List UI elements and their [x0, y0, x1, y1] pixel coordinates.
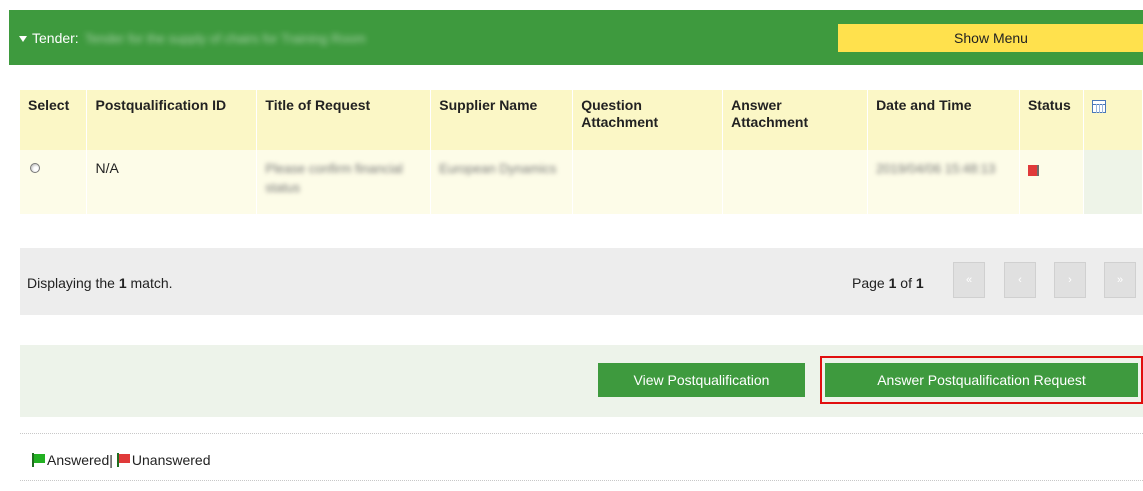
title-cell: Please confirm financial status	[256, 150, 432, 214]
postqualification-id-cell: N/A	[86, 150, 258, 214]
postqualification-table: Select Postqualification ID Title of Req…	[20, 90, 1143, 214]
row-select-cell[interactable]	[20, 150, 88, 214]
chevron-down-icon	[19, 36, 27, 42]
date-time-value: 2019/04/06 15:48:13	[876, 161, 996, 176]
tender-toggle[interactable]: Tender: Tender for the supply of chairs …	[19, 30, 366, 46]
status-cell	[1019, 150, 1084, 214]
columns-icon[interactable]	[1091, 100, 1106, 113]
first-page-button[interactable]: «	[953, 262, 985, 298]
column-header-answer-attachment[interactable]: Answer Attachment	[722, 90, 869, 150]
row-extra-cell	[1083, 150, 1143, 214]
column-chooser[interactable]	[1083, 90, 1143, 150]
pagination-bar: Displaying the 1 match. Page 1 of 1 « ‹ …	[20, 248, 1143, 315]
date-time-cell: 2019/04/06 15:48:13	[867, 150, 1020, 214]
page-indicator: Page 1 of 1	[852, 275, 924, 291]
action-bar: View Postqualification Answer Postqualif…	[20, 345, 1143, 417]
column-header-supplier[interactable]: Supplier Name	[430, 90, 574, 150]
page-prefix: Page	[852, 275, 885, 291]
question-attachment-cell	[572, 150, 724, 214]
total-pages: 1	[915, 275, 924, 291]
legend-unanswered: Unanswered	[131, 452, 211, 468]
show-menu-button[interactable]: Show Menu	[838, 24, 1143, 52]
current-page: 1	[888, 275, 897, 291]
column-header-title[interactable]: Title of Request	[256, 90, 432, 150]
column-header-postqualification-id[interactable]: Postqualification ID	[86, 90, 258, 150]
page-of: of	[900, 275, 912, 291]
row-select-radio[interactable]	[30, 163, 40, 173]
answer-attachment-cell	[722, 150, 869, 214]
last-page-button[interactable]: »	[1104, 262, 1136, 298]
match-prefix: Displaying the	[27, 275, 115, 291]
answer-button-highlight: Answer Postqualification Request	[820, 356, 1143, 404]
tender-name: Tender for the supply of chairs for Trai…	[84, 30, 366, 46]
column-header-select[interactable]: Select	[20, 90, 88, 150]
red-flag-icon	[116, 453, 130, 467]
status-legend: Answered| Unanswered	[32, 452, 211, 468]
column-header-question-attachment[interactable]: Question Attachment	[572, 90, 724, 150]
legend-answered: Answered|	[47, 452, 113, 468]
divider-top	[20, 433, 1143, 434]
match-count-text: Displaying the 1 match.	[27, 275, 173, 291]
supplier-value: European Dynamics	[439, 161, 557, 176]
column-header-date-time[interactable]: Date and Time	[867, 90, 1020, 150]
red-flag-icon	[1027, 165, 1039, 176]
divider-bottom	[20, 480, 1143, 481]
next-page-button[interactable]: ›	[1054, 262, 1086, 298]
answer-postqualification-request-button[interactable]: Answer Postqualification Request	[825, 363, 1138, 397]
tender-header-bar: Tender: Tender for the supply of chairs …	[9, 10, 1143, 65]
match-suffix: match.	[130, 275, 173, 291]
column-header-status[interactable]: Status	[1019, 90, 1084, 150]
supplier-cell: European Dynamics	[430, 150, 574, 214]
table-row[interactable]: N/A Please confirm financial status Euro…	[20, 150, 1143, 214]
title-value: Please confirm financial status	[265, 161, 403, 195]
match-count: 1	[118, 275, 127, 291]
table-header-row: Select Postqualification ID Title of Req…	[20, 90, 1143, 150]
tender-label: Tender:	[32, 30, 79, 46]
green-flag-icon	[32, 453, 45, 467]
view-postqualification-button[interactable]: View Postqualification	[598, 363, 805, 397]
prev-page-button[interactable]: ‹	[1004, 262, 1036, 298]
